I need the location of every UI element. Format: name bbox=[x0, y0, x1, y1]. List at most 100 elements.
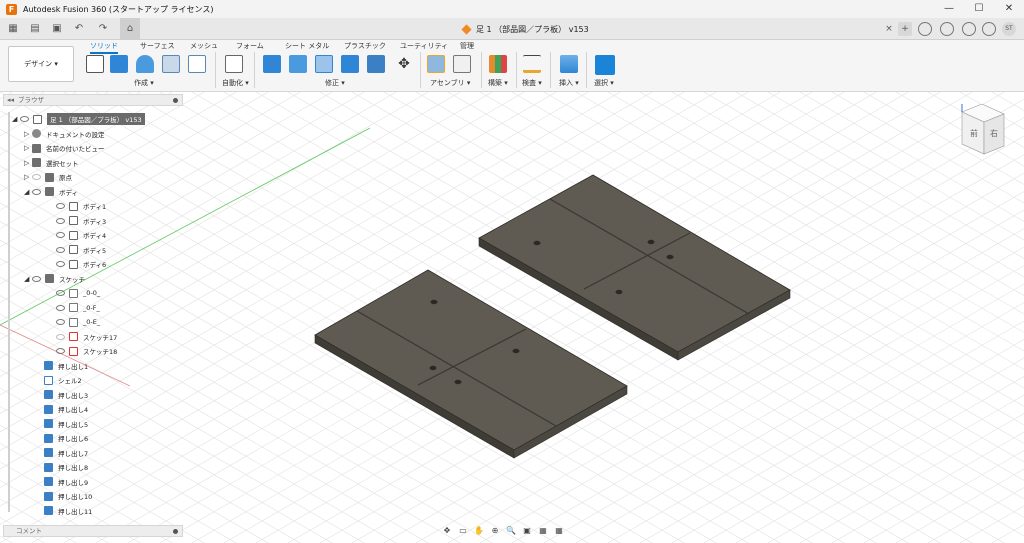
tab-form[interactable]: フォーム bbox=[236, 41, 264, 51]
minimize-button[interactable]: — bbox=[934, 0, 964, 18]
extrude-icon[interactable] bbox=[110, 55, 128, 73]
visibility-eye-icon[interactable] bbox=[20, 116, 29, 122]
expand-toggle-icon[interactable]: ◢ bbox=[12, 115, 20, 123]
user-avatar[interactable]: ST bbox=[1002, 22, 1016, 36]
browser-tree-item[interactable]: スケッチ17 bbox=[48, 330, 117, 344]
look-at-icon[interactable]: ▭ bbox=[456, 525, 470, 537]
pattern-icon[interactable] bbox=[188, 55, 206, 73]
expand-toggle-icon[interactable]: ▷ bbox=[24, 173, 32, 181]
browser-tree-item[interactable]: 押し出し11 bbox=[36, 504, 92, 518]
automate-icon[interactable] bbox=[225, 55, 243, 73]
browser-tree-item[interactable]: ◢ スケッチ bbox=[24, 272, 85, 286]
group-automate[interactable]: 自動化 ▾ bbox=[222, 78, 249, 88]
move-icon[interactable]: ✥ bbox=[395, 55, 413, 73]
browser-tree-item[interactable]: _0-E_ bbox=[48, 315, 100, 329]
browser-tree-item[interactable]: スケッチ18 bbox=[48, 344, 117, 358]
visibility-eye-icon[interactable] bbox=[56, 217, 65, 224]
browser-tree-item[interactable]: ▷ ドキュメントの設定 bbox=[24, 127, 105, 141]
browser-scrollbar[interactable] bbox=[8, 112, 10, 512]
visibility-eye-icon[interactable] bbox=[32, 174, 41, 180]
notifications-icon[interactable] bbox=[962, 22, 976, 36]
browser-tree-item[interactable]: ▷ 原点 bbox=[24, 170, 72, 184]
visibility-eye-icon[interactable] bbox=[56, 261, 65, 267]
browser-tree-item[interactable]: 押し出し7 bbox=[36, 446, 88, 460]
home-icon[interactable]: ⌂ bbox=[120, 18, 140, 40]
tab-sheet-metal[interactable]: シート メタル bbox=[285, 41, 329, 51]
tab-utility[interactable]: ユーティリティ bbox=[400, 41, 448, 51]
group-create[interactable]: 作成 ▾ bbox=[134, 78, 154, 88]
joint-icon[interactable] bbox=[453, 55, 471, 73]
save-icon[interactable]: ▣ bbox=[50, 22, 64, 36]
browser-tree-item[interactable]: ◢ ボディ bbox=[24, 185, 78, 199]
browser-tree-item[interactable]: 押し出し6 bbox=[36, 431, 88, 445]
visibility-eye-icon[interactable] bbox=[56, 333, 65, 340]
group-assembly[interactable]: アセンブリ ▾ bbox=[430, 78, 470, 88]
shell-icon[interactable] bbox=[315, 55, 333, 73]
browser-tree-item[interactable]: 押し出し1 bbox=[36, 359, 88, 373]
collapse-left-icon[interactable]: ◂◂ bbox=[7, 95, 14, 106]
browser-pin-icon[interactable] bbox=[173, 98, 178, 103]
visibility-eye-icon[interactable] bbox=[56, 203, 65, 209]
visibility-eye-icon[interactable] bbox=[32, 188, 41, 195]
browser-tree-item[interactable]: ▷ 選択セット bbox=[24, 156, 79, 170]
help-icon[interactable] bbox=[982, 22, 996, 36]
document-tab[interactable]: 足 1 （部品図／プラ板） v153 bbox=[461, 22, 589, 36]
group-select[interactable]: 選択 ▾ bbox=[594, 78, 614, 88]
group-insert[interactable]: 挿入 ▾ bbox=[559, 78, 579, 88]
browser-tree-item[interactable]: ボディ5 bbox=[48, 243, 106, 257]
close-button[interactable]: ✕ bbox=[994, 0, 1024, 18]
browser-root-node[interactable]: ◢ 足 1 （部品図／プラ板） v153 bbox=[12, 112, 145, 126]
group-inspect[interactable]: 検査 ▾ bbox=[522, 78, 542, 88]
expand-toggle-icon[interactable]: ▷ bbox=[24, 159, 32, 167]
browser-header[interactable]: ◂◂ ブラウザ bbox=[3, 94, 183, 106]
create-sketch-icon[interactable] bbox=[86, 55, 104, 73]
revolve-icon[interactable] bbox=[136, 55, 154, 73]
data-panel-grid-icon[interactable]: ▦ bbox=[6, 22, 20, 36]
fillet-icon[interactable] bbox=[289, 55, 307, 73]
file-menu-icon[interactable]: ▤ bbox=[28, 22, 42, 36]
view-cube[interactable]: 前 右 bbox=[958, 104, 1008, 164]
workspace-switcher[interactable]: デザイン ▾ bbox=[8, 46, 74, 82]
press-pull-icon[interactable] bbox=[263, 55, 281, 73]
split-body-icon[interactable] bbox=[367, 55, 385, 73]
orbit-icon[interactable]: ✥ bbox=[440, 525, 454, 537]
hole-icon[interactable] bbox=[162, 55, 180, 73]
visibility-eye-icon[interactable] bbox=[56, 319, 65, 325]
tab-mesh[interactable]: メッシュ bbox=[190, 41, 218, 51]
browser-tree-item[interactable]: 押し出し5 bbox=[36, 417, 88, 431]
zoom-icon[interactable]: ⊕ bbox=[488, 525, 502, 537]
visibility-eye-icon[interactable] bbox=[56, 348, 65, 354]
browser-tree-item[interactable]: ボディ4 bbox=[48, 228, 106, 242]
insert-image-icon[interactable] bbox=[560, 55, 578, 73]
extensions-icon[interactable] bbox=[918, 22, 932, 36]
browser-tree-item[interactable]: シェル2 bbox=[36, 373, 82, 387]
job-status-icon[interactable] bbox=[940, 22, 954, 36]
tab-plastic[interactable]: プラスチック bbox=[344, 41, 386, 51]
browser-tree-item[interactable]: ボディ1 bbox=[48, 199, 106, 213]
browser-tree-item[interactable]: 押し出し8 bbox=[36, 460, 88, 474]
visibility-eye-icon[interactable] bbox=[56, 232, 65, 238]
select-cursor-icon[interactable] bbox=[595, 55, 615, 75]
browser-tree-item[interactable]: ▷ 名前の付いたビュー bbox=[24, 141, 105, 155]
browser-tree-item[interactable]: _0-0_ bbox=[48, 286, 100, 300]
pan-icon[interactable]: ✋ bbox=[472, 525, 486, 537]
display-settings-icon[interactable]: ▣ bbox=[520, 525, 534, 537]
comments-panel[interactable]: コメント bbox=[3, 525, 183, 537]
undo-icon[interactable]: ↶ bbox=[72, 22, 86, 36]
visibility-eye-icon[interactable] bbox=[32, 275, 41, 282]
expand-toggle-icon[interactable]: ▷ bbox=[24, 130, 32, 138]
fit-icon[interactable]: 🔍 bbox=[504, 525, 518, 537]
browser-tree-item[interactable]: 押し出し9 bbox=[36, 475, 88, 489]
browser-tree-item[interactable]: 押し出し3 bbox=[36, 388, 88, 402]
tab-solid[interactable]: ソリッド bbox=[90, 41, 118, 54]
group-modify[interactable]: 修正 ▾ bbox=[325, 78, 345, 88]
visibility-eye-icon[interactable] bbox=[56, 246, 65, 253]
measure-icon[interactable] bbox=[523, 55, 541, 73]
browser-tree-item[interactable]: ボディ3 bbox=[48, 214, 106, 228]
combine-icon[interactable] bbox=[341, 55, 359, 73]
maximize-button[interactable]: ☐ bbox=[964, 0, 994, 18]
browser-tree-item[interactable]: _0-F_ bbox=[48, 301, 100, 315]
browser-tree-item[interactable]: ボディ6 bbox=[48, 257, 106, 271]
visibility-eye-icon[interactable] bbox=[56, 304, 65, 311]
offset-plane-icon[interactable] bbox=[489, 55, 507, 73]
